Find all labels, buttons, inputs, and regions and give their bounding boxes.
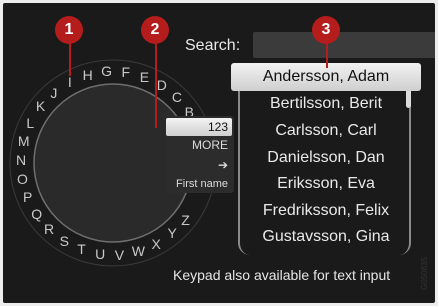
wheel-letter-y[interactable]: Y xyxy=(164,225,180,241)
wheel-letter-u[interactable]: U xyxy=(92,246,108,262)
contact-list: Andersson, Adam Bertilsson, Berit Carlss… xyxy=(231,63,431,255)
first-name-option[interactable]: First name xyxy=(166,175,232,193)
wheel-letter-f[interactable]: F xyxy=(118,64,134,80)
display-screen: ABCDEFGHIJKLMNOPQRSTUVWXYZ 123 MORE ➔ Fi… xyxy=(3,3,435,303)
figure-frame: ABCDEFGHIJKLMNOPQRSTUVWXYZ 123 MORE ➔ Fi… xyxy=(0,0,438,306)
wheel-letter-q[interactable]: Q xyxy=(29,206,45,222)
wheel-letter-g[interactable]: G xyxy=(99,63,115,79)
status-text: Keypad also available for text input xyxy=(173,267,391,283)
contact-item[interactable]: Eriksson, Eva xyxy=(231,171,421,197)
wheel-letter-z[interactable]: Z xyxy=(177,212,193,228)
wheel-letter-e[interactable]: E xyxy=(136,69,152,85)
arrow-option-icon[interactable]: ➔ xyxy=(166,156,232,174)
wheel-letter-r[interactable]: R xyxy=(41,221,57,237)
numbers-option[interactable]: 123 xyxy=(166,118,232,136)
wheel-letter-w[interactable]: W xyxy=(130,243,146,259)
contact-item[interactable]: Danielsson, Dan xyxy=(231,145,421,171)
callout-1: 1 xyxy=(55,16,83,44)
search-label: Search: xyxy=(185,37,241,54)
wheel-letter-s[interactable]: S xyxy=(56,233,72,249)
more-option[interactable]: MORE xyxy=(166,136,232,154)
callout-line-2 xyxy=(155,42,157,128)
wheel-letter-o[interactable]: O xyxy=(14,171,30,187)
wheel-letter-p[interactable]: P xyxy=(20,189,36,205)
wheel-letter-l[interactable]: L xyxy=(22,115,38,131)
callout-line-3 xyxy=(326,42,328,68)
callout-line-1 xyxy=(69,42,71,76)
wheel-letter-k[interactable]: K xyxy=(33,98,49,114)
wheel-letter-n[interactable]: N xyxy=(13,152,29,168)
callout-3: 3 xyxy=(312,16,340,44)
wheel-letter-c[interactable]: C xyxy=(169,89,185,105)
wheel-letter-m[interactable]: M xyxy=(16,133,32,149)
wheel-letter-x[interactable]: X xyxy=(148,236,164,252)
wheel-letter-v[interactable]: V xyxy=(111,247,127,263)
wheel-letter-i[interactable]: I xyxy=(62,74,78,90)
contact-item[interactable]: Gustavsson, Gina xyxy=(231,224,421,250)
wheel-letter-t[interactable]: T xyxy=(74,241,90,257)
contact-item[interactable]: Bertilsson, Berit xyxy=(231,91,421,117)
search-input[interactable] xyxy=(253,32,435,58)
wheel-letter-h[interactable]: H xyxy=(80,67,96,83)
callout-2: 2 xyxy=(141,16,169,44)
contact-item[interactable]: Carlsson, Carl xyxy=(231,118,421,144)
image-code: G050835 xyxy=(420,257,429,291)
contact-item[interactable]: Fredriksson, Felix xyxy=(231,198,421,224)
